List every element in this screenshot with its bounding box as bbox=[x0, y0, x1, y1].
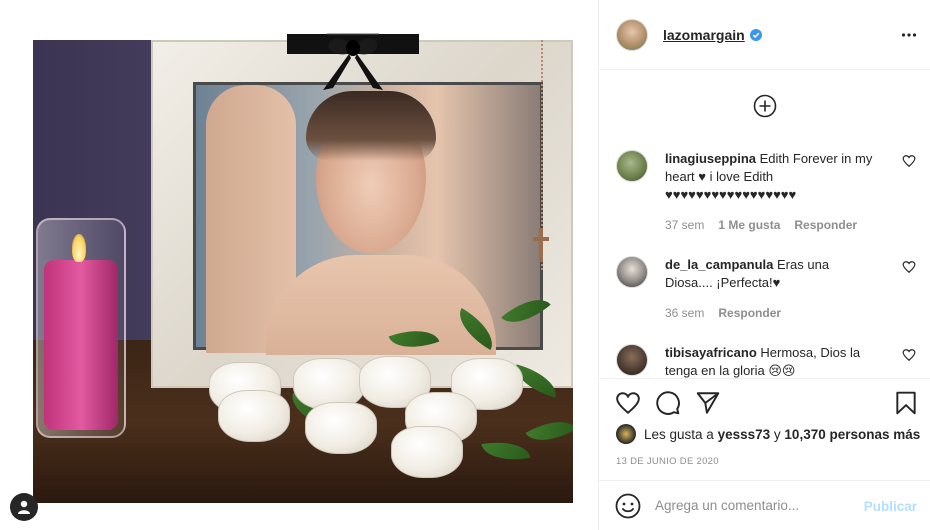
heart-icon[interactable] bbox=[902, 260, 916, 274]
smiley-icon[interactable] bbox=[615, 493, 641, 519]
portrait bbox=[193, 82, 543, 355]
share-icon[interactable] bbox=[695, 390, 721, 416]
comment-input[interactable] bbox=[655, 498, 845, 513]
avatar[interactable] bbox=[616, 344, 648, 376]
avatar[interactable] bbox=[616, 18, 648, 51]
heart-icon[interactable] bbox=[615, 390, 641, 416]
white-rose bbox=[305, 402, 377, 454]
avatar[interactable] bbox=[616, 150, 648, 182]
plus-circle-icon[interactable] bbox=[753, 94, 777, 118]
reply-button[interactable]: Responder bbox=[794, 218, 857, 232]
add-comment-bar: Publicar bbox=[599, 480, 930, 530]
post-side-panel: lazomargain linagiuseppina Edith Forever… bbox=[598, 0, 930, 530]
avatar[interactable] bbox=[616, 424, 636, 444]
candle bbox=[36, 218, 126, 438]
comment-icon[interactable] bbox=[655, 390, 681, 416]
more-horizontal-icon[interactable] bbox=[901, 27, 917, 43]
reply-button[interactable]: Responder bbox=[718, 306, 781, 320]
avatar[interactable] bbox=[616, 256, 648, 288]
post-date[interactable]: 13 DE JUNIO DE 2020 bbox=[616, 456, 719, 467]
user-icon[interactable] bbox=[10, 493, 38, 521]
post-actions bbox=[599, 378, 930, 428]
comment-timestamp: 37 sem bbox=[665, 218, 705, 232]
comment-likes-link[interactable]: 1 Me gusta bbox=[718, 218, 780, 232]
heart-icon[interactable] bbox=[902, 154, 916, 168]
post-author-username[interactable]: lazomargain bbox=[663, 27, 745, 43]
comment-item: tibisayafricano Hermosa, Dios la tenga e… bbox=[616, 344, 916, 378]
likes-joiner: y bbox=[773, 426, 781, 442]
comment-item: de_la_campanula Eras una Diosa.... ¡Perf… bbox=[616, 256, 916, 326]
likes-count-link[interactable]: 10,370 personas más bbox=[784, 427, 920, 442]
post-media[interactable] bbox=[0, 0, 598, 530]
heart-icon[interactable] bbox=[902, 348, 916, 362]
comment-username[interactable]: tibisayafricano bbox=[665, 345, 757, 360]
liker-username[interactable]: yesss73 bbox=[718, 427, 771, 442]
comment-item: linagiuseppina Edith Forever in my heart… bbox=[616, 150, 916, 240]
black-mourning-bow-icon bbox=[287, 33, 419, 90]
post-photo[interactable] bbox=[33, 40, 573, 503]
bookmark-icon[interactable] bbox=[893, 390, 919, 416]
cross-icon bbox=[533, 228, 549, 262]
white-rose bbox=[218, 390, 290, 442]
verified-badge-icon bbox=[749, 28, 762, 41]
likes-prefix: Les gusta a bbox=[644, 426, 714, 442]
publish-button[interactable]: Publicar bbox=[864, 499, 917, 514]
comment-username[interactable]: linagiuseppina bbox=[665, 151, 756, 166]
post-header: lazomargain bbox=[599, 0, 930, 70]
comments-list: linagiuseppina Edith Forever in my heart… bbox=[599, 70, 930, 378]
white-rose bbox=[391, 426, 463, 478]
comment-timestamp: 36 sem bbox=[665, 306, 705, 320]
likes-summary: Les gusta a yesss73 y 10,370 personas má… bbox=[616, 424, 920, 444]
comment-username[interactable]: de_la_campanula bbox=[665, 257, 773, 272]
